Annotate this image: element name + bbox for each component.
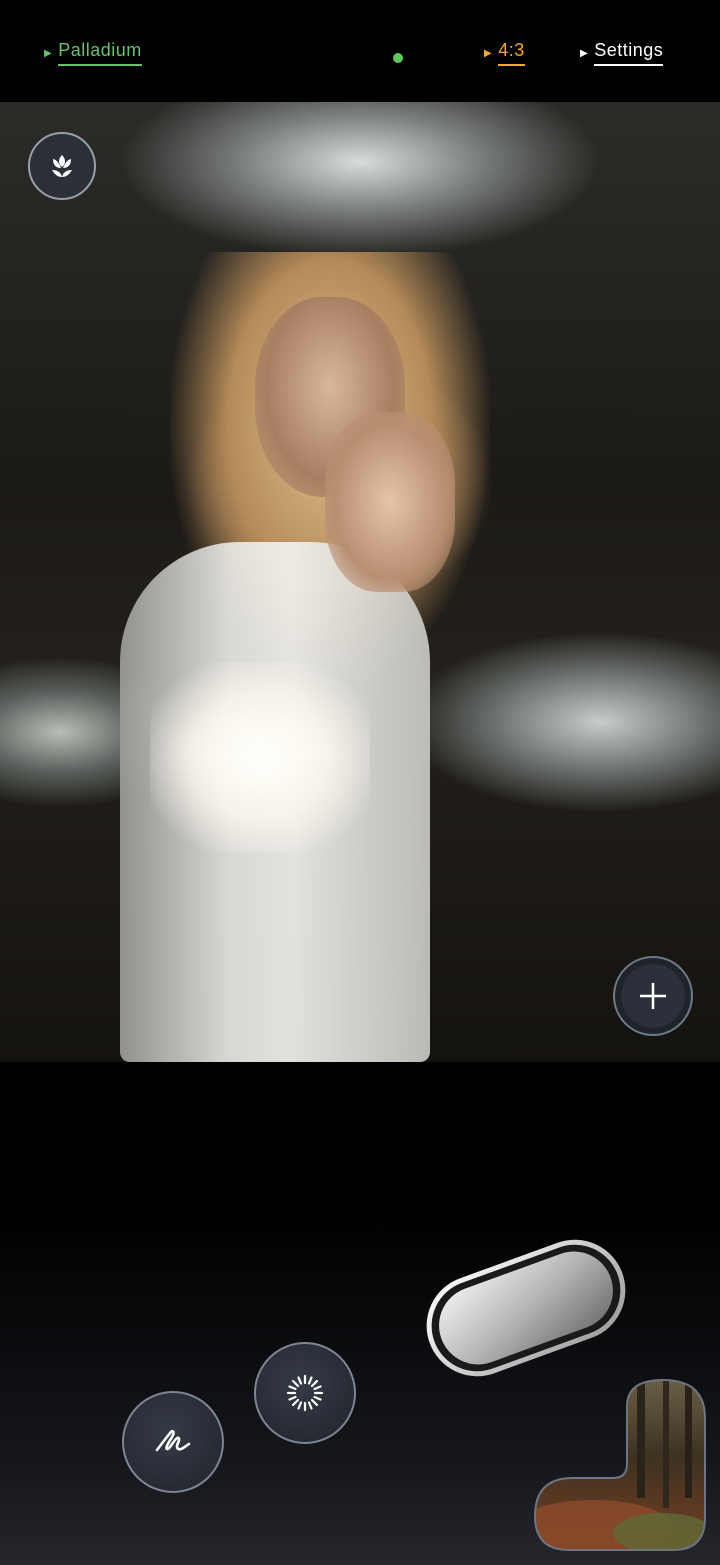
preview-light-glare: [150, 662, 370, 852]
play-triangle-icon: ▶: [484, 47, 493, 59]
flower-icon: [52, 155, 72, 177]
camera-selector[interactable]: ▶ Palladium: [44, 40, 142, 66]
status-dot: [393, 53, 403, 63]
settings-button[interactable]: ▶ Settings: [580, 40, 664, 66]
plus-icon: [640, 983, 666, 1009]
preview-hand: [325, 412, 455, 592]
zoom-plus-button[interactable]: [613, 956, 693, 1036]
aspect-ratio-selector[interactable]: ▶ 4:3: [484, 40, 525, 66]
shutter-button[interactable]: [418, 1222, 634, 1394]
draw-mode-button[interactable]: [122, 1391, 224, 1493]
gallery-thumbnail[interactable]: [533, 1378, 707, 1552]
spinner-icon: [286, 1374, 324, 1412]
play-triangle-icon: ▶: [580, 47, 589, 59]
macro-button[interactable]: [28, 132, 96, 200]
camera-viewfinder[interactable]: [0, 102, 720, 1062]
aspect-ratio-label: 4:3: [498, 40, 525, 66]
top-bar: ▶ Palladium ▶ 4:3 ▶ Settings: [0, 0, 720, 102]
scribble-icon: [155, 1429, 191, 1452]
settings-label: Settings: [594, 40, 664, 66]
play-triangle-icon: ▶: [44, 47, 53, 59]
camera-label: Palladium: [58, 40, 142, 66]
timer-button[interactable]: [254, 1342, 356, 1444]
